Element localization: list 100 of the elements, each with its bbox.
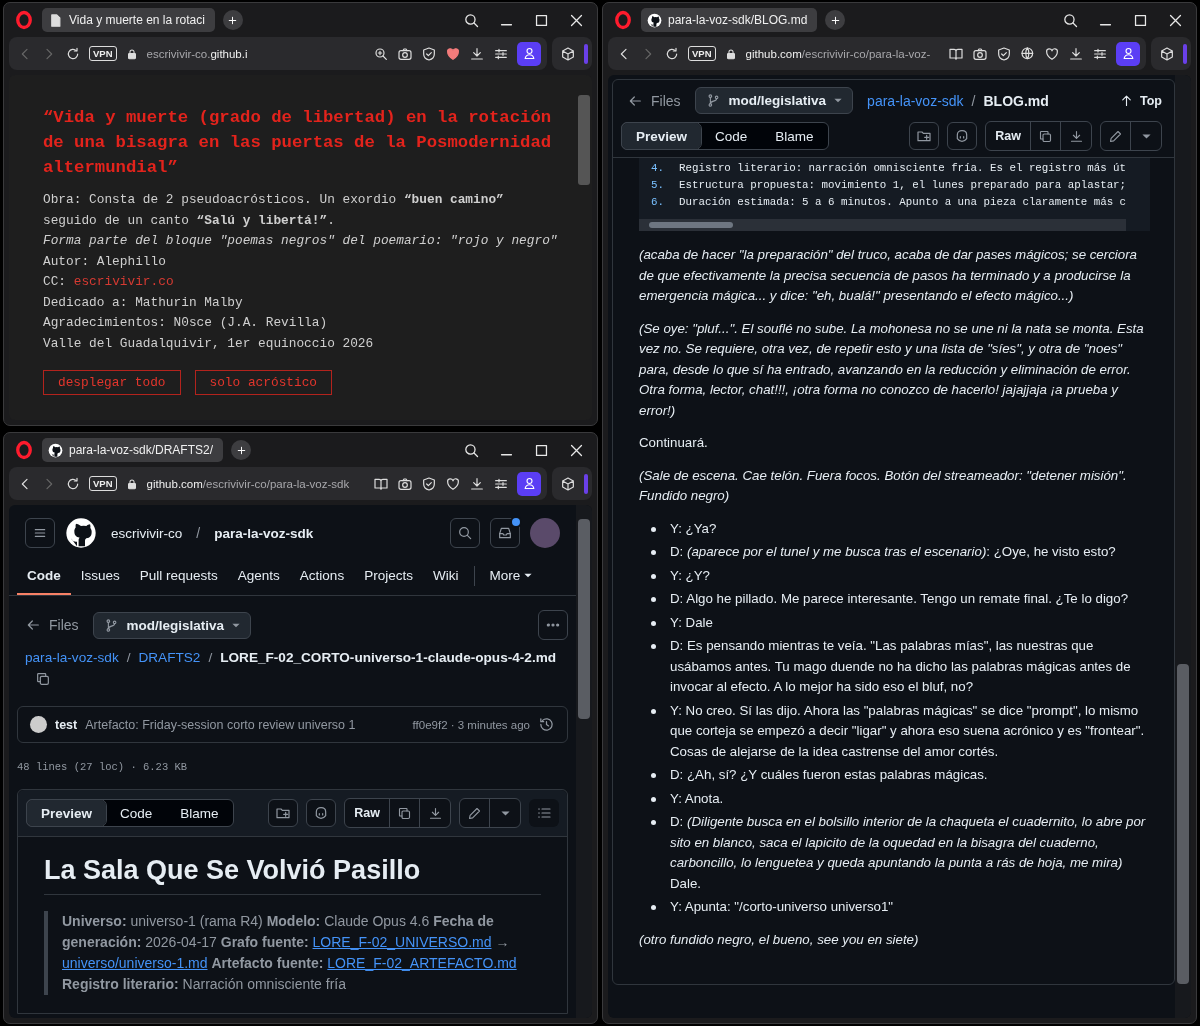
- heart-icon[interactable]: [445, 45, 461, 62]
- heart-icon[interactable]: [445, 475, 461, 492]
- action-button[interactable]: solo acróstico: [194, 370, 333, 395]
- view-tab[interactable]: Preview: [27, 800, 107, 826]
- view-tab[interactable]: Blame: [166, 800, 233, 826]
- vpn-badge[interactable]: VPN: [89, 476, 117, 491]
- vpn-badge[interactable]: VPN: [89, 46, 117, 61]
- address-field[interactable]: github.com/escrivivir-co/para-la-voz-sdk: [146, 477, 365, 490]
- history-icon[interactable]: [538, 716, 555, 733]
- breadcrumb-link[interactable]: para-la-voz-sdk: [25, 650, 119, 665]
- add-file-button[interactable]: [268, 799, 299, 827]
- profile-button[interactable]: [1116, 41, 1140, 66]
- repo-tab[interactable]: Agents: [227, 557, 290, 595]
- search-icon[interactable]: [463, 441, 480, 459]
- browser-tab[interactable]: Vida y muerte en la rotaci: [42, 8, 215, 32]
- heart-icon[interactable]: [1044, 45, 1060, 62]
- more-menu[interactable]: More: [481, 567, 541, 585]
- profile-button[interactable]: [517, 41, 541, 66]
- repo-tab[interactable]: Code: [17, 557, 71, 595]
- menu-button[interactable]: [25, 518, 55, 548]
- vpn-badge[interactable]: VPN: [688, 46, 716, 61]
- repo-tab[interactable]: Actions: [289, 557, 355, 595]
- breadcrumb-link[interactable]: para-la-voz-sdk: [867, 92, 964, 109]
- opera-logo-icon[interactable]: [613, 10, 633, 30]
- action-button[interactable]: desplegar todo: [43, 370, 181, 395]
- camera-icon[interactable]: [972, 45, 988, 62]
- browser-tab[interactable]: para-la-voz-sdk/DRAFTS2/: [42, 438, 224, 462]
- top-link[interactable]: Top: [1119, 93, 1162, 108]
- reload-icon[interactable]: [664, 45, 680, 62]
- download-icon[interactable]: [1068, 45, 1084, 62]
- search-icon[interactable]: [1062, 11, 1079, 29]
- copilot-button[interactable]: [306, 799, 337, 827]
- download-icon[interactable]: [469, 45, 485, 62]
- breadcrumb-link[interactable]: DRAFTS2: [138, 650, 201, 665]
- view-tab[interactable]: Code: [106, 800, 167, 826]
- shield-icon[interactable]: [421, 475, 437, 492]
- copy-icon[interactable]: [35, 671, 51, 687]
- sidebar-handle[interactable]: [1183, 43, 1187, 64]
- shield-icon[interactable]: [996, 45, 1012, 62]
- browser-tab[interactable]: para-la-voz-sdk/BLOG.md: [641, 8, 818, 32]
- download-icon[interactable]: [469, 475, 485, 492]
- site-link[interactable]: escrivivir.co: [73, 274, 174, 289]
- commit-author[interactable]: test: [55, 717, 78, 732]
- repo-tab[interactable]: Projects: [354, 557, 423, 595]
- view-tab[interactable]: Preview: [622, 123, 702, 149]
- new-tab-button[interactable]: [231, 440, 252, 460]
- repo-tab[interactable]: Wiki: [422, 557, 469, 595]
- file-link[interactable]: LORE_F-02_ARTEFACTO.md: [327, 955, 517, 971]
- line-number: 4.: [651, 161, 665, 176]
- owner-link[interactable]: escrivivir-co: [111, 525, 183, 541]
- add-file-button[interactable]: [909, 122, 940, 150]
- story-paragraph: (Se oye: "pluf...". El souflé no sube. La mohonesa no se une ni la nata se monta. Esta vez no. Se requiere, otra vez, de repetir esto y una lista de "síes", y otra de "noes" para, desde lo que sí ha entrado, avanzando en la reducción y eliminación de error. Otra forma, lector, chat!!!, ¡otra forma no conozco de hacerlo! jajajjaja ¡a prueba y error!): [639, 319, 1145, 420]
- cube-icon[interactable]: [560, 475, 576, 492]
- horizontal-scrollbar[interactable]: [639, 219, 1126, 231]
- branch-selector[interactable]: mod/legislativa: [694, 87, 854, 114]
- sidebar-handle[interactable]: [584, 473, 588, 494]
- dialogue-line: Y: Apunta: "/corto-universo universo1": [670, 898, 894, 916]
- address-field[interactable]: github.com/escrivivir-co/para-la-voz-: [745, 47, 940, 60]
- outline-button[interactable]: [529, 799, 559, 827]
- new-tab-button[interactable]: [825, 10, 846, 30]
- files-link[interactable]: Files: [25, 617, 79, 633]
- inbox-button[interactable]: [490, 518, 520, 548]
- file-link[interactable]: universo/universo-1.md: [62, 955, 208, 971]
- dialogue-line: D: (aparece por el tunel y me busca tras el escenario): ¿Oye, he visto esto?: [670, 543, 1116, 561]
- branch-selector[interactable]: mod/legislativa: [92, 611, 252, 639]
- files-link[interactable]: Files: [627, 92, 681, 109]
- reload-icon[interactable]: [65, 475, 81, 492]
- copilot-button[interactable]: [947, 122, 978, 150]
- search-icon[interactable]: [463, 11, 480, 29]
- new-tab-button[interactable]: [222, 10, 243, 30]
- reload-icon[interactable]: [65, 45, 81, 62]
- bullet: [651, 905, 656, 910]
- dialogue-line: Y: Anota.: [670, 789, 724, 808]
- repo-tab[interactable]: Issues: [70, 557, 130, 595]
- file-link[interactable]: LORE_F-02_UNIVERSO.md: [312, 934, 492, 950]
- view-tab[interactable]: Code: [701, 123, 762, 149]
- cube-icon[interactable]: [560, 45, 576, 62]
- camera-icon[interactable]: [397, 475, 413, 492]
- view-tab[interactable]: Blame: [761, 123, 828, 149]
- scrollbar[interactable]: [1175, 75, 1191, 1018]
- github-logo-icon[interactable]: [65, 517, 97, 549]
- address-field[interactable]: escrivivir-co.github.i: [146, 47, 365, 60]
- search-icon: [457, 525, 473, 541]
- shield-icon[interactable]: [421, 45, 437, 62]
- opera-logo-icon[interactable]: [14, 440, 34, 460]
- opera-logo-icon[interactable]: [14, 10, 34, 30]
- repo-link[interactable]: para-la-voz-sdk: [214, 525, 314, 541]
- folder-plus-icon: [916, 128, 933, 144]
- sidebar-handle[interactable]: [584, 43, 588, 64]
- camera-icon[interactable]: [397, 45, 413, 62]
- cube-icon[interactable]: [1159, 45, 1175, 62]
- globe-icon[interactable]: [1020, 45, 1036, 62]
- file-name: LORE_F-02_CORTO-universo-1-claude-opus-4-2.md: [220, 650, 557, 665]
- search-button[interactable]: [450, 518, 480, 548]
- profile-button[interactable]: [517, 471, 541, 496]
- scrollbar[interactable]: [576, 505, 592, 1018]
- repo-tab[interactable]: Pull requests: [129, 557, 228, 595]
- commit-message[interactable]: Artefacto: Friday-session corto review universo 1: [85, 717, 405, 732]
- commit-info[interactable]: ff0e9f2 · 3 minutes ago: [412, 718, 530, 731]
- zoom-icon[interactable]: [373, 45, 389, 62]
